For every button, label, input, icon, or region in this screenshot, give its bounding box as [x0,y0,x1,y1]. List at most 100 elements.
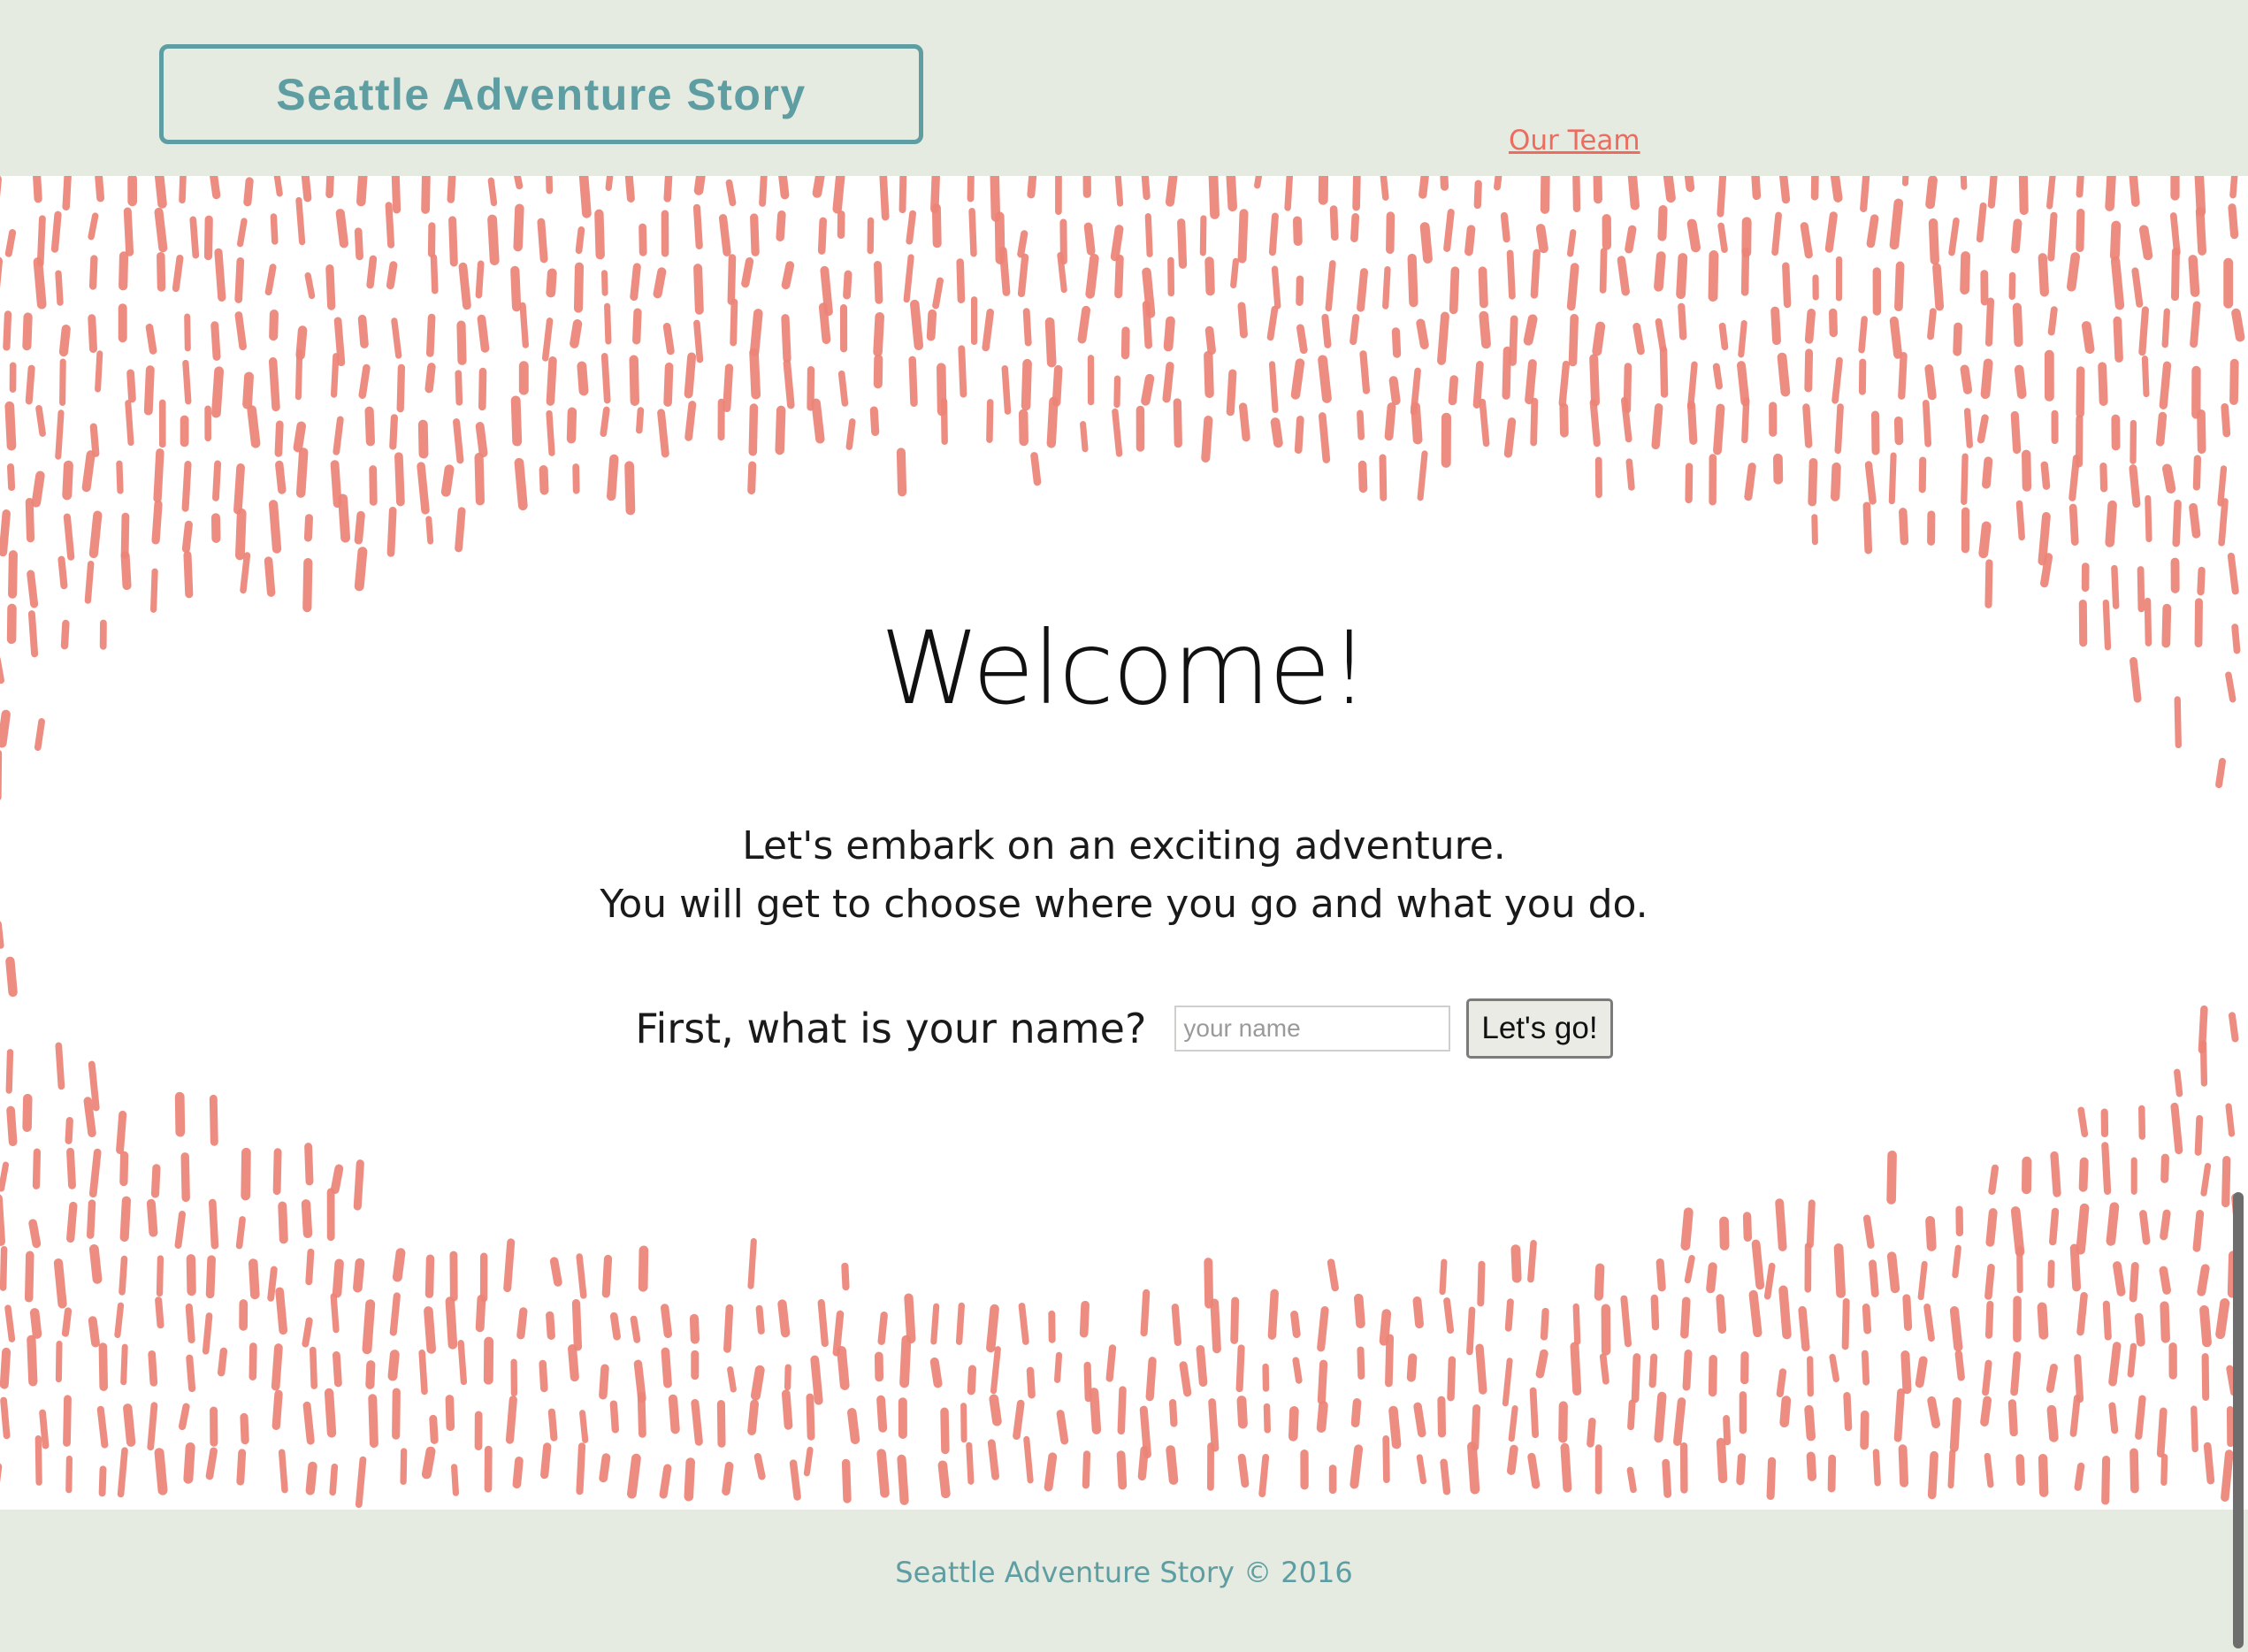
pattern-dash [811,398,825,444]
pattern-dash [657,409,669,458]
pattern-dash [305,1248,315,1286]
pattern-dash [546,356,557,406]
pattern-dash [2113,1261,2126,1296]
pattern-dash [272,1148,282,1196]
pattern-dash [2015,1454,2025,1486]
pattern-dash [1529,1387,1539,1439]
pattern-dash [1384,402,1396,441]
page-scrollbar-thumb[interactable] [2233,1192,2244,1648]
pattern-dash [1464,225,1476,256]
pattern-dash [1684,176,1695,193]
pattern-dash [271,1389,283,1431]
pattern-dash [150,568,158,613]
pattern-dash [599,1364,609,1400]
pattern-dash [1080,421,1089,453]
pattern-dash [1830,462,1841,501]
pattern-dash [1473,180,1482,210]
pattern-dash [2048,1207,2060,1246]
pattern-dash [2188,255,2200,297]
pattern-dash [1105,1344,1117,1382]
pattern-dash [240,1412,249,1445]
pattern-dash [1833,1243,1847,1298]
pattern-dash [2191,1405,2198,1453]
pattern-dash [1466,1306,1476,1356]
pattern-dash [89,1244,103,1284]
pattern-dash [1144,212,1153,257]
pattern-dash [88,255,98,290]
pattern-dash [33,176,42,203]
pattern-dash [716,1400,726,1448]
pattern-dash [817,1298,829,1348]
pattern-dash [156,1255,164,1297]
pattern-dash [2038,253,2049,297]
pattern-dash [2077,1106,2089,1138]
pattern-dash [2037,1302,2049,1340]
pattern-dash [330,1164,344,1195]
pattern-dash [2047,1259,2055,1289]
pattern-dash [2231,308,2245,342]
pattern-dash [2192,455,2202,491]
pattern-dash [1379,454,1388,501]
pattern-dash [1208,176,1220,219]
pattern-dash [897,1454,909,1505]
nav-link-our-team[interactable]: Our Team [1509,125,1640,157]
pattern-dash [2046,1404,2059,1442]
pattern-dash [53,1258,67,1309]
pattern-dash [1316,1400,1328,1433]
pattern-dash [932,277,944,310]
pattern-dash [990,1346,1001,1395]
pattern-dash [394,452,405,507]
pattern-dash [417,462,430,515]
pattern-dash [1437,1396,1447,1438]
name-input[interactable] [1174,1006,1451,1052]
pattern-dash [2131,267,2144,308]
pattern-dash [57,555,68,590]
pattern-dash [55,270,64,306]
pattern-dash [1893,416,1904,446]
pattern-dash [1318,412,1331,463]
pattern-dash [982,309,994,352]
pattern-dash [1620,396,1632,443]
pattern-dash [241,1147,251,1201]
pattern-dash [301,176,312,203]
site-logo[interactable]: Seattle Adventure Story [159,44,923,144]
pattern-dash [120,551,132,591]
pattern-dash [1317,1359,1328,1405]
pattern-dash [2129,464,2141,509]
pattern-dash [747,461,757,495]
pattern-dash [2076,176,2084,198]
pattern-dash [2108,1402,2119,1434]
pattern-dash [88,1060,100,1112]
pattern-dash [1627,1399,1636,1431]
pattern-dash [1952,1244,1961,1279]
pattern-dash [1741,397,1750,444]
pattern-dash [781,314,791,363]
pattern-dash [210,176,221,200]
pattern-dash [1142,301,1152,349]
pattern-dash [1620,1295,1632,1348]
pattern-dash [86,1199,96,1239]
pattern-dash [1682,1350,1693,1391]
pattern-dash [1254,176,1263,189]
pattern-dash [1899,508,1909,546]
pattern-dash [2159,1266,2171,1295]
pattern-dash [458,262,471,310]
pattern-dash [269,309,279,341]
pattern-dash [1204,350,1214,399]
pattern-dash [2141,356,2150,398]
pattern-dash [355,1456,367,1508]
pattern-dash [1949,1305,1963,1352]
pattern-dash [722,1461,734,1495]
pattern-dash [1510,1244,1522,1283]
pattern-dash [2221,1155,2231,1208]
lets-go-button[interactable]: Let's go! [1466,998,1613,1059]
pattern-dash [2129,176,2140,207]
pattern-dash [630,263,641,302]
pattern-dash [661,1304,672,1339]
pattern-dash [33,256,47,310]
pattern-dash [209,1094,218,1146]
pattern-dash [119,1255,128,1296]
name-prompt-label: First, what is your name? [635,1005,1147,1052]
pattern-dash [63,513,75,561]
pattern-dash [1862,501,1873,554]
